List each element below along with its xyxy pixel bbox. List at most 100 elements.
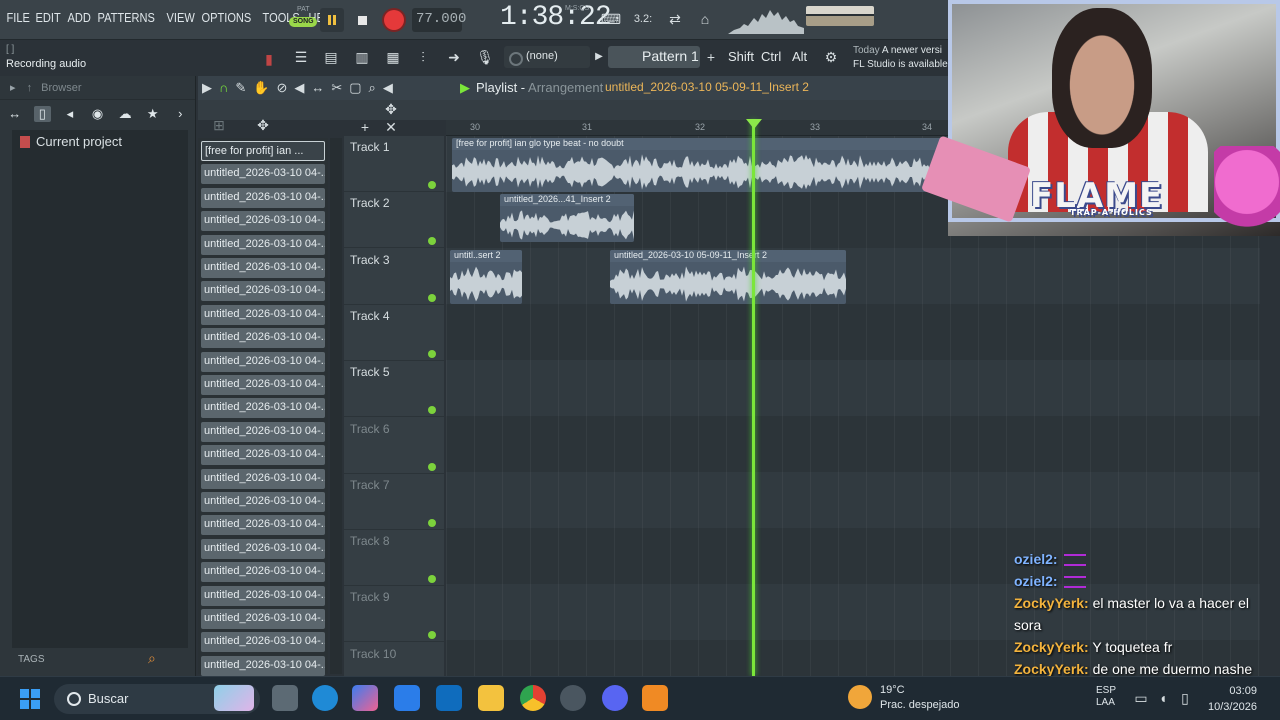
track-enable-led[interactable] — [428, 293, 436, 302]
plugin-globe-icon[interactable]: ◉ — [89, 106, 107, 122]
settings-icon[interactable] — [560, 685, 586, 711]
playback-icon[interactable]: ◀ — [383, 80, 393, 96]
track-enable-led[interactable] — [428, 349, 436, 358]
move-icon[interactable]: ✥ — [252, 114, 274, 136]
track-header[interactable]: Track 9 — [344, 586, 444, 643]
shift-key-button[interactable]: Shift — [728, 46, 754, 68]
track-header[interactable]: Track 1 — [344, 136, 444, 192]
browser-up-icon[interactable]: ↑ — [27, 82, 33, 94]
play-arrow-icon[interactable]: ▶ — [202, 80, 212, 96]
weather-icon[interactable] — [848, 685, 872, 709]
snap-arrow-icon[interactable]: ▶ — [588, 46, 610, 68]
clip-source-item[interactable]: untitled_2026-03-10 04-... — [201, 258, 325, 278]
clip-source-item[interactable]: untitled_2026-03-10 04-... — [201, 468, 325, 489]
delete-icon[interactable]: ⊘ — [276, 80, 287, 96]
slip-icon[interactable]: ↔ — [311, 80, 324, 96]
playhead-marker[interactable] — [746, 119, 762, 129]
track-enable-led[interactable] — [428, 631, 436, 640]
clip-source-item[interactable]: untitled_2026-03-10 04-... — [201, 421, 325, 442]
more-icon[interactable]: › — [171, 106, 189, 122]
track-enable-led[interactable] — [428, 406, 436, 415]
clip-source-item[interactable]: untitled_2026-03-10 04-... — [201, 211, 325, 232]
volume-icon[interactable]: ◖ — [1152, 687, 1174, 709]
chrome-icon[interactable] — [520, 685, 546, 711]
pencil-icon[interactable]: ✎ — [235, 80, 246, 96]
news-icon[interactable]: ⚙ — [820, 46, 842, 68]
loop-record-icon[interactable]: ⇄ — [664, 8, 686, 30]
clip-source-item[interactable]: untitled_2026-03-10 04-... — [201, 492, 325, 512]
track-enable-led[interactable] — [428, 518, 436, 527]
clip-source-item[interactable]: [free for profit] ian ... — [201, 141, 325, 161]
pause-button[interactable] — [320, 8, 344, 32]
paint-icon[interactable]: ✋ — [253, 80, 269, 96]
select-icon[interactable]: ▢ — [349, 80, 361, 96]
record-button[interactable] — [382, 8, 406, 32]
playlist-selected-file[interactable]: untitled_2026-03-10 05-09-11_Insert 2 — [605, 80, 809, 94]
file-explorer-icon[interactable] — [478, 685, 504, 711]
tags-search-icon[interactable]: ⌕ — [148, 650, 156, 667]
move-tracks-icon[interactable]: ✥ — [380, 98, 402, 120]
browser-list[interactable] — [12, 130, 188, 648]
clip-source-item[interactable]: untitled_2026-03-10 04-... — [201, 187, 325, 208]
zoom-icon[interactable]: ⌕ — [369, 80, 376, 96]
menu-edit[interactable]: EDIT — [33, 10, 63, 25]
menu-patterns[interactable]: PATTERNS — [95, 10, 157, 25]
news-panel[interactable]: Today A newer versi FL Studio is availab… — [853, 44, 948, 72]
clip-source-item[interactable]: untitled_2026-03-10 04-... — [201, 632, 325, 653]
typing-keyboard-icon[interactable]: ⌨ — [600, 8, 622, 30]
playlist-icon[interactable]: ☰ — [290, 46, 312, 68]
battery-icon[interactable]: ▯ — [1174, 687, 1196, 709]
clip-source-item[interactable]: untitled_2026-03-10 04-... — [201, 585, 325, 606]
edge-icon[interactable] — [312, 685, 338, 711]
clip-source-item[interactable]: untitled_2026-03-10 04-... — [201, 304, 325, 325]
pattern-selector[interactable]: Pattern 1 — [608, 46, 700, 68]
arrow-right-icon[interactable]: ➜ — [443, 46, 465, 68]
audio-clip[interactable]: [free for profit] ian glo type beat - no… — [452, 138, 952, 192]
clip-source-item[interactable]: untitled_2026-03-10 04-... — [201, 562, 325, 583]
pat-song-toggle[interactable]: PAT SONG — [289, 6, 317, 34]
system-clock[interactable]: 03:09 10/3/2026 — [1208, 683, 1257, 715]
clip-source-item[interactable]: untitled_2026-03-10 04-... — [201, 281, 325, 302]
track-header[interactable]: Track 6 — [344, 418, 444, 474]
menu-add[interactable]: ADD — [65, 10, 93, 25]
cloud-icon[interactable]: ☁ — [116, 106, 134, 122]
piano-roll-icon[interactable]: ▤ — [320, 46, 342, 68]
clip-source-item[interactable]: untitled_2026-03-10 04-... — [201, 164, 325, 185]
track-header[interactable]: Track 4 — [344, 305, 444, 361]
menu-view[interactable]: VIEW — [164, 10, 197, 25]
clip-source-item[interactable]: untitled_2026-03-10 04-... — [201, 351, 325, 372]
clip-source-item[interactable]: untitled_2026-03-10 04-... — [201, 609, 325, 629]
clip-source-item[interactable]: untitled_2026-03-10 04-... — [201, 328, 325, 349]
mute-icon[interactable]: ◀ — [294, 80, 304, 96]
slice-icon[interactable]: ✂ — [331, 80, 342, 96]
task-view-icon[interactable] — [272, 685, 298, 711]
clip-list-scrollbar[interactable] — [330, 138, 342, 674]
audio-clip[interactable]: untitl..sert 2 — [450, 250, 522, 304]
microphone-icon[interactable]: 🎙 — [474, 46, 496, 68]
copilot-icon[interactable] — [352, 685, 378, 711]
menu-options[interactable]: OPTIONS — [199, 10, 254, 25]
language-indicator[interactable]: ESP LAA — [1096, 685, 1116, 709]
track-enable-led[interactable] — [428, 462, 436, 471]
network-icon[interactable]: ▭ — [1130, 687, 1152, 709]
files-icon[interactable]: ▯ — [33, 106, 52, 122]
alt-key-button[interactable]: Alt — [792, 46, 807, 68]
audio-clip[interactable]: untitled_2026-03-10 05-09-11_Insert 2 — [610, 250, 846, 304]
clip-source-item[interactable]: untitled_2026-03-10 04-... — [201, 655, 325, 676]
track-header[interactable]: Track 2 — [344, 192, 444, 249]
track-enable-led[interactable] — [428, 237, 436, 246]
track-enable-led[interactable] — [428, 181, 436, 189]
meter-display[interactable]: 3.2: — [630, 8, 656, 30]
search-highlight-icon[interactable] — [214, 685, 254, 711]
discord-icon[interactable] — [602, 685, 628, 711]
menu-file[interactable]: FILE — [4, 10, 32, 25]
store-icon[interactable] — [394, 685, 420, 711]
plugin-picker-icon[interactable]: ⫶ — [412, 46, 434, 68]
audio-clip[interactable]: untitled_2026...41_Insert 2 — [500, 194, 634, 242]
favorites-icon[interactable]: ★ — [144, 106, 162, 122]
clip-source-item[interactable]: untitled_2026-03-10 04-... — [201, 398, 325, 419]
clip-source-item[interactable]: untitled_2026-03-10 04-... — [201, 234, 325, 255]
snap-selector[interactable]: (none) — [504, 46, 590, 68]
ctrl-key-button[interactable]: Ctrl — [761, 46, 781, 68]
windows-start-icon[interactable] — [20, 689, 40, 709]
